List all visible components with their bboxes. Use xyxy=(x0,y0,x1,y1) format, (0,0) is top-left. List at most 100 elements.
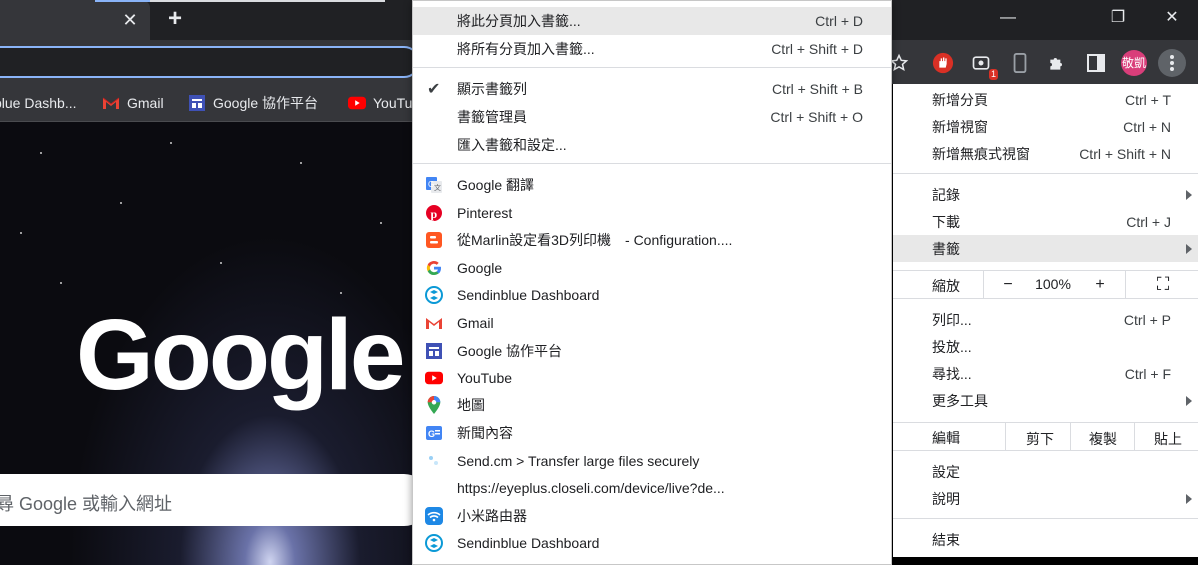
bookmark-this-tab-item[interactable]: 將此分頁加入書籤... Ctrl + D xyxy=(413,7,891,35)
menu-divider xyxy=(1125,270,1126,298)
bookmark-label: 地圖 xyxy=(457,397,485,413)
restore-button[interactable]: ❐ xyxy=(1098,6,1138,30)
google-news-icon: G xyxy=(425,424,443,442)
extensions-puzzle-icon[interactable] xyxy=(1044,50,1070,76)
bookmark-bar-item-gmail[interactable]: Gmail xyxy=(102,92,164,114)
address-bar[interactable] xyxy=(0,46,420,78)
menu-separator xyxy=(893,298,1198,299)
svg-text:G: G xyxy=(428,429,435,439)
chrome-menu-button[interactable] xyxy=(1158,49,1186,77)
menu-item-help[interactable]: 說明 xyxy=(893,485,1198,512)
bookmark-all-tabs-item[interactable]: 將所有分頁加入書籤... Ctrl + Shift + D xyxy=(413,35,891,63)
bookmark-item[interactable]: 從Marlin設定看3D列印機 - Configuration.... xyxy=(413,226,891,254)
menu-separator xyxy=(893,173,1198,174)
menu-item-more-tools[interactable]: 更多工具 xyxy=(893,387,1198,414)
menu-item-shortcut: Ctrl + N xyxy=(1123,118,1171,135)
cut-button[interactable]: 剪下 xyxy=(1015,429,1065,449)
active-tab[interactable]: ✕ xyxy=(0,0,150,40)
new-tab-page: Google 尋 Google 或輸入網址 xyxy=(0,122,412,565)
checkmark-icon: ✔ xyxy=(427,81,441,98)
background-star xyxy=(220,262,222,264)
bookmark-item[interactable]: Gmail xyxy=(413,309,891,337)
menu-item-shortcut: Ctrl + P xyxy=(1123,311,1171,328)
bookmark-item[interactable]: p Pinterest xyxy=(413,199,891,227)
bookmark-item[interactable]: https://eyeplus.closeli.com/device/live?… xyxy=(413,474,891,502)
menu-item-print[interactable]: 列印... Ctrl + P xyxy=(893,306,1198,333)
bookmark-item[interactable]: Google xyxy=(413,254,891,282)
gmail-icon xyxy=(425,314,443,332)
bookmark-bar-item-google-sites[interactable]: Google 協作平台 xyxy=(188,92,318,114)
menu-item-exit[interactable]: 結束 xyxy=(893,526,1198,553)
bookmark-label: 新聞內容 xyxy=(457,425,513,441)
menu-item-label: 結束 xyxy=(932,531,960,548)
svg-text:p: p xyxy=(431,207,438,221)
zoom-in-button[interactable]: + xyxy=(1085,276,1115,294)
bookmark-item[interactable]: Send.cm > Transfer large files securely xyxy=(413,447,891,475)
menu-separator xyxy=(893,422,1198,423)
zoom-out-button[interactable]: − xyxy=(993,276,1023,294)
bookmark-item[interactable]: G 新聞內容 xyxy=(413,419,891,447)
stop-hand-extension-icon[interactable] xyxy=(930,50,956,76)
menu-item-downloads[interactable]: 下載 Ctrl + J xyxy=(893,208,1198,235)
close-window-button[interactable]: ✕ xyxy=(1152,6,1192,30)
menu-item-settings[interactable]: 設定 xyxy=(893,458,1198,485)
bookmark-item[interactable]: Google 協作平台 xyxy=(413,337,891,365)
tab-close-button[interactable]: ✕ xyxy=(118,8,142,32)
bookmark-item[interactable]: 地圖 xyxy=(413,391,891,419)
bookmark-item[interactable]: YouTube xyxy=(413,364,891,392)
bookmark-label: Send.cm > Transfer large files securely xyxy=(457,453,700,469)
ntp-search-box[interactable]: 尋 Google 或輸入網址 xyxy=(0,474,412,526)
bookmark-item[interactable]: Sendinblue Dashboard xyxy=(413,281,891,309)
menu-item-new-tab[interactable]: 新增分頁 Ctrl + T xyxy=(893,86,1198,113)
side-panel-icon[interactable] xyxy=(1083,50,1109,76)
paste-button[interactable]: 貼上 xyxy=(1143,429,1193,449)
menu-item-history[interactable]: 記錄 xyxy=(893,181,1198,208)
menu-item-label: 記錄 xyxy=(932,186,960,203)
bookmark-item[interactable]: 小米路由器 xyxy=(413,502,891,530)
three-dots-icon xyxy=(1170,55,1174,71)
zoom-level: 100% xyxy=(1035,276,1071,292)
show-bookmarks-bar-item[interactable]: ✔ 顯示書籤列 Ctrl + Shift + B xyxy=(413,75,891,103)
bookmark-label: Google 協作平台 xyxy=(457,343,563,359)
menu-item-label: 匯入書籤和設定... xyxy=(457,137,567,153)
bookmark-bar-label: Google 協作平台 xyxy=(213,95,319,111)
sendinblue-icon xyxy=(425,286,443,304)
bookmark-manager-item[interactable]: 書籤管理員 Ctrl + Shift + O xyxy=(413,103,891,131)
menu-item-label: 新增分頁 xyxy=(932,91,988,108)
bookmark-item[interactable]: Sendinblue Dashboard xyxy=(413,529,891,557)
avatar-text: 敬凱 xyxy=(1121,50,1147,76)
menu-item-shortcut: Ctrl + Shift + O xyxy=(770,109,863,125)
menu-item-label: 將所有分頁加入書籤... xyxy=(457,41,595,57)
bookmark-label: Sendinblue Dashboard xyxy=(457,287,600,303)
bookmark-bar-item-sendinblue[interactable]: blue Dashb... xyxy=(0,92,77,114)
bookmarks-bar: blue Dashb... Gmail Google 協作平台 YouTu xyxy=(0,84,412,122)
phone-extension-icon[interactable] xyxy=(1007,50,1033,76)
menu-item-label: 將此分頁加入書籤... xyxy=(457,13,581,29)
submenu-arrow-icon xyxy=(1186,189,1192,200)
minimize-button[interactable]: — xyxy=(988,6,1028,30)
google-translate-icon: G文 xyxy=(425,176,443,194)
google-logo: Google xyxy=(76,299,405,411)
menu-item-label: 縮放 xyxy=(932,277,960,294)
profile-avatar[interactable]: 敬凱 xyxy=(1121,50,1147,76)
copy-button[interactable]: 複製 xyxy=(1078,429,1128,449)
screen-capture-extension-icon[interactable]: 1 xyxy=(968,50,998,80)
menu-item-bookmarks[interactable]: 書籤 xyxy=(893,235,1198,262)
fullscreen-icon[interactable]: ⛶ xyxy=(1148,274,1178,295)
menu-item-new-window[interactable]: 新增視窗 Ctrl + N xyxy=(893,113,1198,140)
menu-item-find[interactable]: 尋找... Ctrl + F xyxy=(893,360,1198,387)
bookmark-item[interactable]: G文 Google 翻譯 xyxy=(413,171,891,199)
menu-divider xyxy=(1005,422,1006,450)
menu-separator xyxy=(413,163,891,164)
new-tab-button[interactable]: + xyxy=(162,6,188,32)
sendinblue-icon xyxy=(425,534,443,552)
import-bookmarks-item[interactable]: 匯入書籤和設定... xyxy=(413,131,891,159)
menu-item-cast[interactable]: 投放... xyxy=(893,333,1198,360)
menu-item-shortcut: Ctrl + D xyxy=(815,13,863,29)
menu-item-label: 顯示書籤列 xyxy=(457,81,527,97)
bookmark-bar-item-youtube[interactable]: YouTu xyxy=(348,92,412,114)
menu-item-new-incognito-window[interactable]: 新增無痕式視窗 Ctrl + Shift + N xyxy=(893,140,1198,167)
background-star xyxy=(170,142,172,144)
gmail-icon xyxy=(102,94,120,112)
menu-item-label: 說明 xyxy=(932,490,960,507)
